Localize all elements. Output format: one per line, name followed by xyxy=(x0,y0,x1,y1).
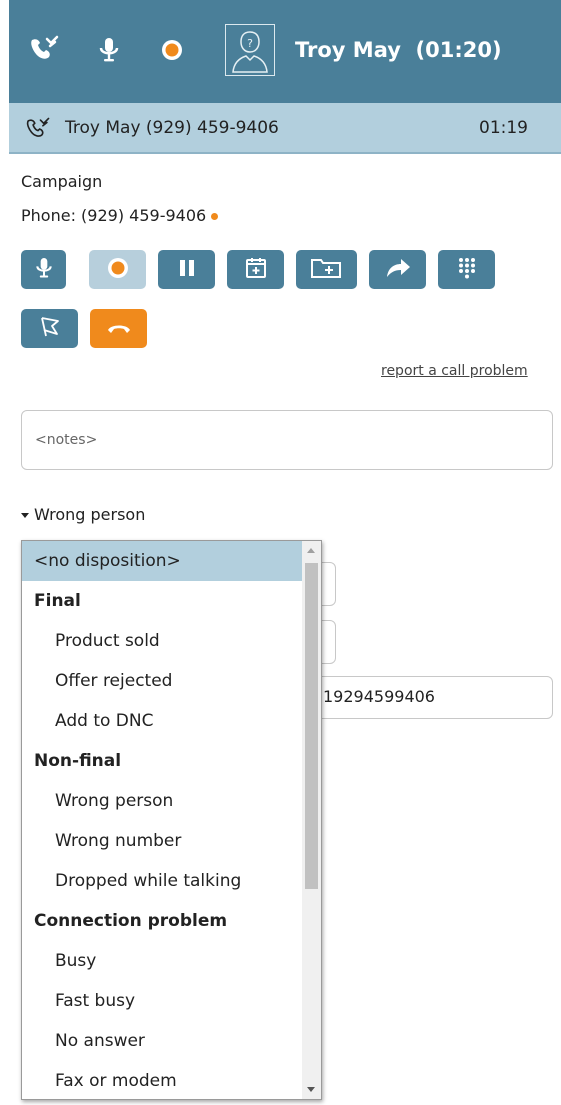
option-busy[interactable]: Busy xyxy=(22,941,302,981)
transfer-button[interactable] xyxy=(369,250,426,289)
status-dot-icon xyxy=(211,213,219,220)
option-fast-busy[interactable]: Fast busy xyxy=(22,981,302,1021)
svg-text:?: ? xyxy=(247,37,253,50)
flag-icon xyxy=(38,316,62,342)
active-call-bar[interactable]: Troy May (929) 459-9406 01:19 xyxy=(9,103,561,154)
disposition-options: <no disposition> Final Product sold Offer r… xyxy=(22,541,302,1099)
phone-info: Phone: (929) 459-9406 xyxy=(21,206,219,225)
phone-hand-icon xyxy=(25,116,51,142)
scroll-thumb[interactable] xyxy=(305,563,318,889)
unknown-person-avatar-icon: ? xyxy=(225,24,275,76)
option-wrong-person[interactable]: Wrong person xyxy=(22,781,302,821)
left-edge xyxy=(0,0,9,1105)
option-add-to-dnc[interactable]: Add to DNC xyxy=(22,701,302,741)
phone-hand-icon[interactable] xyxy=(27,28,61,72)
transfer-arrow-icon xyxy=(384,256,412,284)
hangup-button[interactable] xyxy=(90,309,147,348)
call-timer: 01:19 xyxy=(479,118,528,138)
disposition-toggle[interactable]: Wrong person xyxy=(21,505,145,524)
option-product-sold[interactable]: Product sold xyxy=(22,621,302,661)
option-offer-rejected[interactable]: Offer rejected xyxy=(22,661,302,701)
campaign-label: Campaign xyxy=(21,172,103,191)
disposition-dropdown[interactable]: <no disposition> Final Product sold Offer r… xyxy=(21,540,322,1100)
notes-field[interactable]: <notes> xyxy=(21,410,553,470)
keypad-button[interactable] xyxy=(438,250,495,289)
dropdown-scrollbar[interactable] xyxy=(302,541,321,1099)
folder-add-icon xyxy=(310,256,344,284)
call-title: Troy May (01:20) xyxy=(295,38,502,62)
report-call-problem-link[interactable]: report a call problem xyxy=(381,363,528,379)
option-fax-or-modem[interactable]: Fax or modem xyxy=(22,1061,302,1099)
scroll-up-icon[interactable] xyxy=(307,548,315,553)
pause-button[interactable] xyxy=(158,250,215,289)
option-group-non-final: Non-final xyxy=(34,751,122,771)
option-no-answer[interactable]: No answer xyxy=(22,1021,302,1061)
record-icon[interactable] xyxy=(157,28,187,72)
record-icon xyxy=(105,255,131,285)
disposition-toggle-label: Wrong person xyxy=(34,505,146,524)
microphone-icon[interactable] xyxy=(96,28,122,72)
hangup-icon xyxy=(106,319,132,339)
calendar-add-icon xyxy=(244,256,268,284)
keypad-icon xyxy=(457,257,477,283)
record-button[interactable] xyxy=(89,250,146,289)
microphone-button[interactable] xyxy=(21,250,66,289)
microphone-icon xyxy=(34,255,54,285)
option-group-connection-problem: Connection problem xyxy=(34,911,228,931)
option-no-disposition[interactable]: <no disposition> xyxy=(22,541,302,581)
caret-down-icon xyxy=(21,513,29,518)
schedule-callback-button[interactable] xyxy=(227,250,284,289)
pause-icon xyxy=(177,259,197,281)
option-group-final: Final xyxy=(34,591,81,611)
flag-button[interactable] xyxy=(21,309,78,348)
add-to-folder-button[interactable] xyxy=(296,250,357,289)
call-party-label: Troy May (929) 459-9406 xyxy=(65,118,279,138)
notes-placeholder: <notes> xyxy=(35,432,98,448)
header-bar: ? Troy May (01:20) xyxy=(9,0,561,103)
scroll-down-icon[interactable] xyxy=(307,1087,315,1092)
phone-label: Phone: (929) 459-9406 xyxy=(21,206,207,225)
option-wrong-number[interactable]: Wrong number xyxy=(22,821,302,861)
option-dropped-while-talking[interactable]: Dropped while talking xyxy=(22,861,302,901)
